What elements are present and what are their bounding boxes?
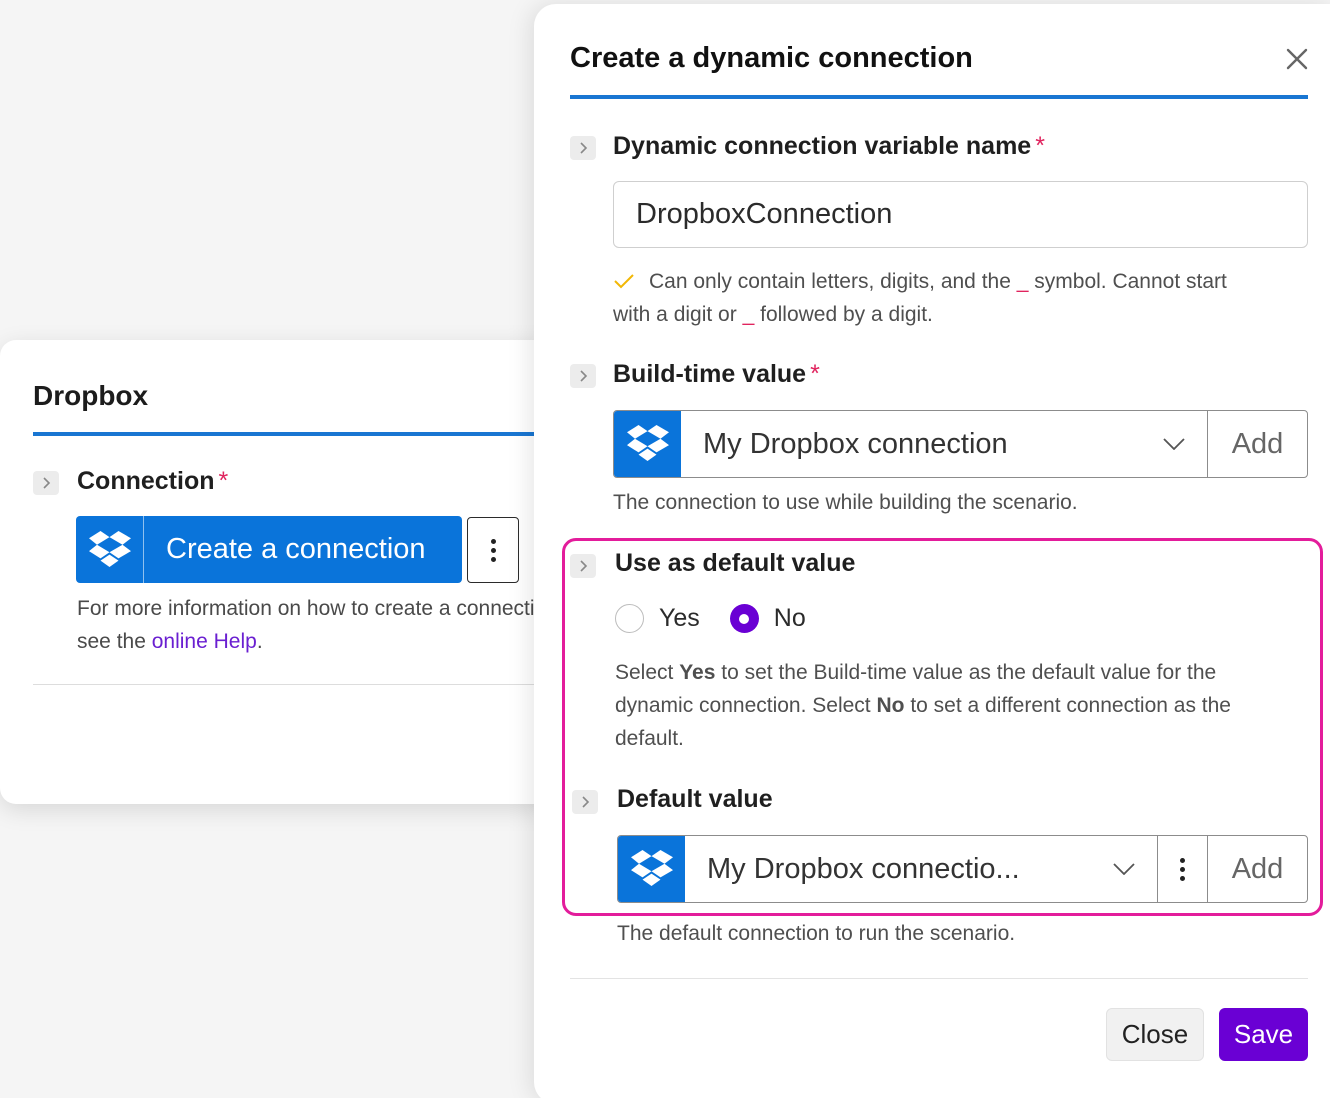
title-underline — [33, 432, 543, 436]
hint-line-2: with a digit or _ followed by a digit. — [613, 298, 1313, 331]
default-more-button[interactable] — [1158, 836, 1207, 902]
desc-bold-yes: Yes — [679, 661, 716, 684]
variable-name-label: Dynamic connection variable name * — [613, 132, 1045, 161]
dropbox-logo-icon — [76, 516, 144, 583]
build-time-hint: The connection to use while building the… — [613, 491, 1078, 514]
default-value-label: Default value — [617, 785, 773, 813]
radio-yes[interactable] — [615, 604, 644, 633]
online-help-link[interactable]: online Help — [152, 630, 257, 653]
hint-text-2: symbol. Cannot start — [1034, 270, 1227, 293]
chevron-right-icon — [580, 142, 588, 154]
build-time-label: Build-time value * — [613, 360, 820, 389]
connection-expand-toggle[interactable] — [33, 471, 59, 495]
desc-text-2: to set the Build-time value as the defau… — [715, 661, 1217, 684]
close-button[interactable]: Close — [1106, 1008, 1204, 1061]
save-button[interactable]: Save — [1219, 1008, 1308, 1061]
build-time-expand-toggle[interactable] — [570, 364, 596, 388]
use-default-description: Select Yes to set the Build-time value a… — [615, 656, 1315, 755]
desc-text-1: Select — [615, 661, 680, 684]
footer-divider — [570, 978, 1308, 979]
default-add-button[interactable]: Add — [1208, 836, 1307, 902]
close-icon[interactable] — [1284, 46, 1310, 72]
help-line-2-text: see the — [77, 630, 152, 653]
use-default-label: Use as default value — [615, 549, 856, 577]
dropbox-logo-icon — [614, 411, 681, 477]
default-value-hint: The default connection to run the scenar… — [617, 922, 1016, 945]
hint-line-1: Can only contain letters, digits, and th… — [613, 265, 1313, 298]
desc-text-3: dynamic connection. Select — [615, 694, 877, 717]
connection-help-text: For more information on how to create a … — [77, 592, 537, 658]
variable-name-hint: Can only contain letters, digits, and th… — [613, 265, 1313, 331]
required-marker: * — [1035, 132, 1045, 160]
radio-no[interactable] — [729, 604, 759, 633]
help-line-2-end: . — [256, 630, 263, 653]
required-marker: * — [810, 360, 820, 388]
more-vertical-icon — [490, 538, 496, 562]
desc-line-3: default. — [615, 727, 684, 750]
panel-title: Dropbox — [33, 380, 149, 411]
chevron-down-icon — [1113, 863, 1135, 875]
chevron-right-icon — [580, 370, 588, 382]
hint-text-3: with a digit or — [613, 303, 737, 326]
build-time-select-group: My Dropbox connection Add — [613, 410, 1308, 478]
create-connection-button[interactable]: Create a connection — [76, 516, 462, 583]
desc-bold-no: No — [876, 694, 905, 717]
chevron-down-icon — [1163, 438, 1185, 450]
chevron-right-icon — [580, 560, 588, 572]
connection-more-button[interactable] — [467, 517, 519, 583]
default-value-select-group: My Dropbox connectio... Add — [617, 835, 1308, 903]
more-vertical-icon — [1180, 857, 1185, 881]
default-selected-value: My Dropbox connectio... — [707, 852, 1020, 885]
check-icon — [614, 274, 634, 289]
desc-line-2: dynamic connection. Select No to set a d… — [615, 689, 1315, 722]
section-divider — [33, 684, 538, 685]
hint-code-2: _ — [742, 303, 755, 326]
help-line-2: see the online Help. — [77, 625, 537, 658]
variable-name-expand-toggle[interactable] — [570, 136, 596, 160]
dialog-title: Create a dynamic connection — [570, 42, 973, 74]
desc-line-1: Select Yes to set the Build-time value a… — [615, 656, 1315, 689]
connection-label: Connection * — [77, 467, 228, 496]
variable-name-input[interactable] — [613, 181, 1308, 248]
default-value-expand-toggle[interactable] — [572, 790, 598, 814]
default-connection-select[interactable]: My Dropbox connectio... — [685, 836, 1157, 902]
build-time-add-button[interactable]: Add — [1208, 411, 1307, 477]
use-default-expand-toggle[interactable] — [570, 554, 596, 578]
radio-no-label[interactable]: No — [774, 604, 806, 633]
connection-label-text: Connection — [77, 467, 215, 495]
dropbox-logo-icon — [618, 836, 685, 902]
dialog-title-underline — [570, 95, 1308, 99]
radio-yes-label[interactable]: Yes — [659, 604, 700, 633]
build-time-selected-value: My Dropbox connection — [703, 427, 1008, 460]
build-time-label-text: Build-time value — [613, 360, 807, 388]
create-connection-label: Create a connection — [166, 533, 426, 565]
hint-text-4: followed by a digit. — [760, 303, 933, 326]
desc-text-4: to set a different connection as the — [904, 694, 1231, 717]
required-marker: * — [218, 467, 229, 495]
hint-code-1: _ — [1016, 270, 1029, 293]
chevron-right-icon — [582, 796, 590, 808]
chevron-right-icon — [43, 477, 51, 489]
build-time-connection-select[interactable]: My Dropbox connection — [681, 411, 1207, 477]
use-default-radio-group: Yes No — [615, 604, 836, 633]
help-line-1: For more information on how to create a … — [77, 597, 537, 620]
variable-name-label-text: Dynamic connection variable name — [613, 132, 1032, 160]
hint-text-1: Can only contain letters, digits, and th… — [649, 270, 1011, 293]
